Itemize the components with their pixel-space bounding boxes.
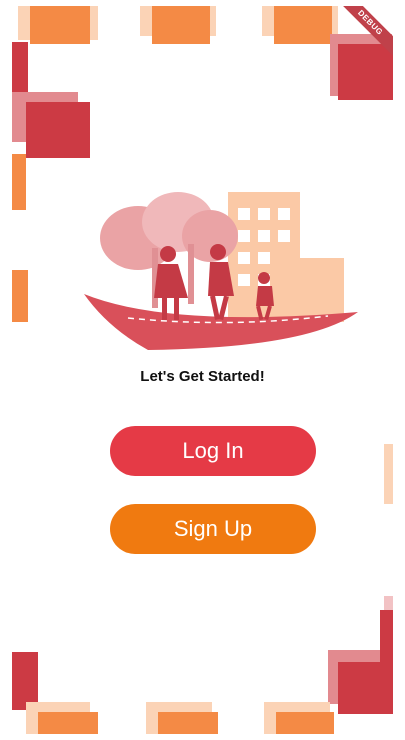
decor-square [274, 6, 332, 44]
decor-square [26, 102, 90, 158]
decor-square [380, 610, 393, 670]
decor-square [152, 6, 210, 44]
decor-square [12, 270, 28, 322]
app-screen: DEBUG Let's Get Started! Log In Sign Up [12, 6, 393, 734]
signup-button[interactable]: Sign Up [110, 504, 316, 554]
decor-square [384, 444, 393, 504]
page-title: Let's Get Started! [140, 368, 265, 385]
decor-square [276, 712, 334, 734]
decor-square [38, 712, 98, 734]
decor-square [12, 42, 28, 92]
decor-square [338, 44, 393, 100]
decor-square [158, 712, 218, 734]
login-button[interactable]: Log In [110, 426, 316, 476]
decor-square [12, 154, 26, 210]
hero-illustration [84, 192, 358, 350]
decor-square [30, 6, 90, 44]
